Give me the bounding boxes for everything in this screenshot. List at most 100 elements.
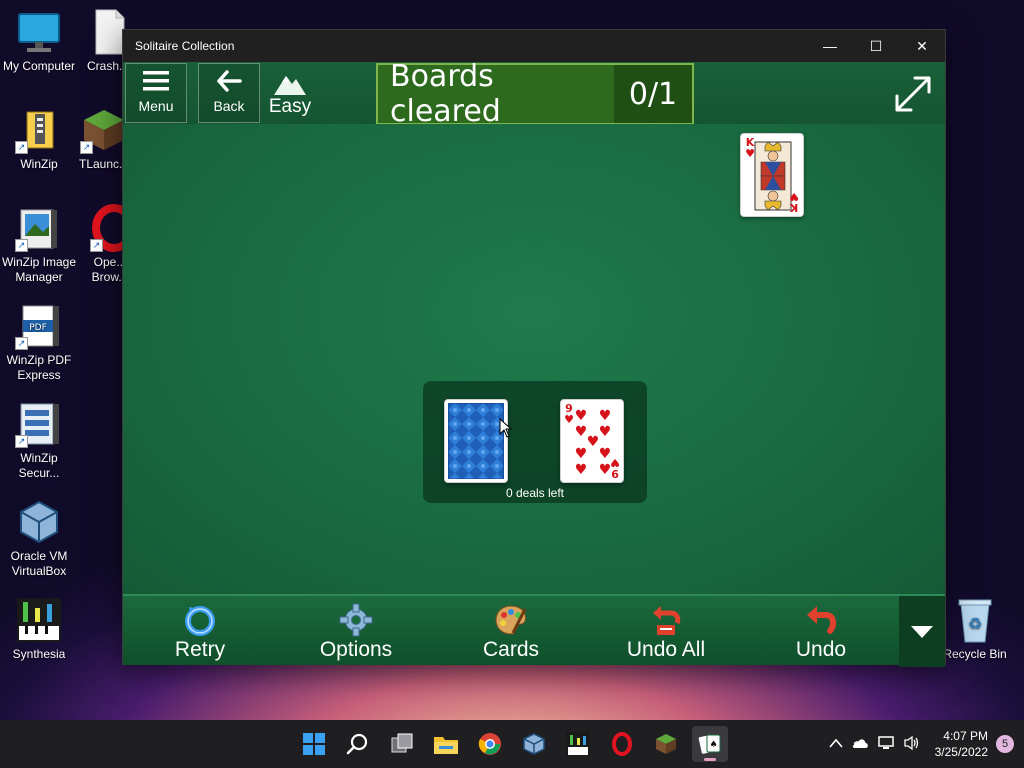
synthesia-taskbar-button[interactable] bbox=[560, 726, 596, 762]
king-figure-icon bbox=[754, 141, 792, 211]
chrome-icon bbox=[478, 733, 501, 755]
waste-card-nine-of-hearts[interactable]: 9 ♥ ♥ ♥ ♥ ♥ ♥ ♥ ♥ ♥ ♥ 9 ♥ bbox=[560, 399, 624, 483]
game-topbar: Menu Back Easy Boards cleared 0/1 bbox=[123, 59, 945, 129]
onedrive-cloud-icon[interactable] bbox=[851, 737, 869, 752]
notification-badge[interactable]: 5 bbox=[996, 735, 1014, 753]
undo-all-button[interactable]: Undo All bbox=[601, 602, 731, 662]
svg-text:♻: ♻ bbox=[968, 614, 982, 633]
grass-block-icon bbox=[656, 734, 676, 754]
palette-icon bbox=[446, 602, 576, 638]
retry-button[interactable]: Retry bbox=[135, 602, 265, 662]
virtualbox-icon bbox=[523, 733, 545, 755]
stock-pile[interactable] bbox=[444, 399, 508, 483]
desktop-icon-synthesia[interactable]: Synthesia bbox=[0, 596, 78, 662]
card-rank-bottom: K ♥ bbox=[789, 190, 799, 214]
clock-time: 4:07 PM bbox=[943, 729, 988, 743]
minecraft-taskbar-button[interactable] bbox=[648, 726, 684, 762]
network-icon[interactable] bbox=[877, 735, 895, 754]
task-view-button[interactable] bbox=[384, 726, 420, 762]
undo-button[interactable]: Undo bbox=[756, 602, 886, 662]
system-tray: 4:07 PM 3/25/2022 5 bbox=[829, 720, 1014, 768]
clock[interactable]: 4:07 PM 3/25/2022 bbox=[935, 728, 988, 760]
menu-button[interactable]: Menu bbox=[125, 63, 187, 123]
options-label: Options bbox=[319, 638, 393, 661]
boards-cleared-label: Boards cleared bbox=[378, 59, 614, 129]
deals-left-text: 0 deals left bbox=[505, 486, 565, 500]
chrome-button[interactable] bbox=[472, 726, 508, 762]
svg-text:♥: ♥ bbox=[575, 446, 588, 462]
game-felt: K ♥ K ♥ 9 ♥ ♥ ♥ ♥ ♥ ♥ ♥ ♥ ♥ ♥ 9 ♥ 0 deal… bbox=[123, 124, 945, 594]
file-explorer-button[interactable] bbox=[428, 726, 464, 762]
pdf-icon: PDF ↗ bbox=[15, 302, 63, 350]
taskbar-apps: ♠ bbox=[296, 720, 728, 768]
heart-pips-icon: ♥ ♥ ♥ ♥ ♥ ♥ ♥ ♥ ♥ bbox=[575, 408, 612, 478]
undo-label: Undo bbox=[795, 638, 847, 661]
boards-cleared-badge: Boards cleared 0/1 bbox=[376, 59, 694, 129]
windows-logo-icon bbox=[303, 733, 325, 755]
image-manager-icon: ↗ bbox=[15, 204, 63, 252]
arrow-left-icon bbox=[199, 64, 259, 98]
opera-taskbar-button[interactable] bbox=[604, 726, 640, 762]
solitaire-taskbar-button[interactable]: ♠ bbox=[692, 726, 728, 762]
svg-text:♥: ♥ bbox=[575, 424, 588, 440]
desktop-icon-winzip[interactable]: ↗ WinZip bbox=[0, 106, 78, 172]
fullscreen-expand-icon[interactable] bbox=[893, 74, 933, 114]
grass-block-icon: ↗ bbox=[80, 106, 128, 154]
retry-icon bbox=[135, 602, 265, 638]
virtualbox-taskbar-button[interactable] bbox=[516, 726, 552, 762]
foundation-card-king-of-hearts[interactable]: K ♥ K ♥ bbox=[740, 133, 804, 217]
card-rank-bottom: 9 ♥ bbox=[610, 456, 620, 480]
secure-backup-icon: ↗ bbox=[15, 400, 63, 448]
minimize-button[interactable]: — bbox=[807, 30, 853, 62]
shortcut-arrow-icon: ↗ bbox=[80, 141, 93, 154]
options-button[interactable]: Options bbox=[291, 602, 421, 662]
search-icon bbox=[346, 733, 368, 755]
svg-text:PDF: PDF bbox=[29, 323, 47, 333]
cards-button[interactable]: Cards bbox=[446, 602, 576, 662]
desktop-icon-winzip-secure[interactable]: ↗ WinZip Secur... bbox=[0, 400, 78, 481]
winzip-icon: ↗ bbox=[15, 106, 63, 154]
folder-icon bbox=[434, 737, 458, 754]
cards-label: Cards bbox=[482, 638, 540, 661]
desktop-icon-recycle-bin[interactable]: ♻ Recycle Bin bbox=[936, 596, 1014, 662]
svg-text:♥: ♥ bbox=[599, 408, 612, 424]
solitaire-cards-icon: ♠ bbox=[698, 734, 721, 754]
recycle-bin-icon: ♻ bbox=[951, 596, 999, 644]
retry-label: Retry bbox=[174, 638, 226, 661]
svg-text:♥: ♥ bbox=[575, 462, 588, 478]
monitor-icon bbox=[15, 8, 63, 56]
mountain-icon bbox=[265, 66, 315, 96]
gear-icon bbox=[291, 602, 421, 638]
clock-date: 3/25/2022 bbox=[934, 745, 988, 759]
svg-text:♥: ♥ bbox=[587, 434, 600, 450]
game-bottombar: Retry Options Cards Undo All Undo bbox=[123, 594, 945, 667]
shortcut-arrow-icon: ↗ bbox=[90, 239, 103, 252]
task-view-icon bbox=[391, 733, 413, 753]
svg-text:♥: ♥ bbox=[575, 408, 588, 424]
start-button[interactable] bbox=[296, 726, 332, 762]
window-titlebar[interactable]: Solitaire Collection — ☐ ✕ bbox=[123, 30, 945, 62]
volume-icon[interactable] bbox=[903, 735, 921, 754]
difficulty-label: Easy bbox=[268, 96, 312, 117]
piano-icon bbox=[566, 732, 590, 756]
back-button[interactable]: Back bbox=[198, 63, 260, 123]
hamburger-icon bbox=[126, 64, 186, 98]
card-back-icon bbox=[447, 402, 505, 480]
virtualbox-icon bbox=[15, 498, 63, 546]
show-hidden-icons-chevron-up-icon[interactable] bbox=[829, 737, 843, 751]
desktop-icon-virtualbox[interactable]: Oracle VM VirtualBox bbox=[0, 498, 78, 579]
window-title: Solitaire Collection bbox=[135, 39, 235, 53]
shortcut-arrow-icon: ↗ bbox=[15, 141, 28, 154]
maximize-button[interactable]: ☐ bbox=[853, 30, 899, 62]
undo-all-label: Undo All bbox=[626, 638, 706, 661]
desktop-icon-winzip-image-manager[interactable]: ↗ WinZip Image Manager bbox=[0, 204, 78, 285]
close-button[interactable]: ✕ bbox=[899, 30, 945, 62]
search-button[interactable] bbox=[340, 726, 376, 762]
desktop-icon-winzip-pdf-express[interactable]: PDF ↗ WinZip PDF Express bbox=[0, 302, 78, 383]
mouse-cursor-icon bbox=[499, 418, 513, 438]
desktop-icon-my-computer[interactable]: My Computer bbox=[0, 8, 78, 74]
shortcut-arrow-icon: ↗ bbox=[15, 239, 28, 252]
expand-toolbar-button[interactable] bbox=[899, 596, 945, 667]
opera-icon bbox=[612, 732, 632, 756]
menu-label: Menu bbox=[138, 98, 174, 114]
